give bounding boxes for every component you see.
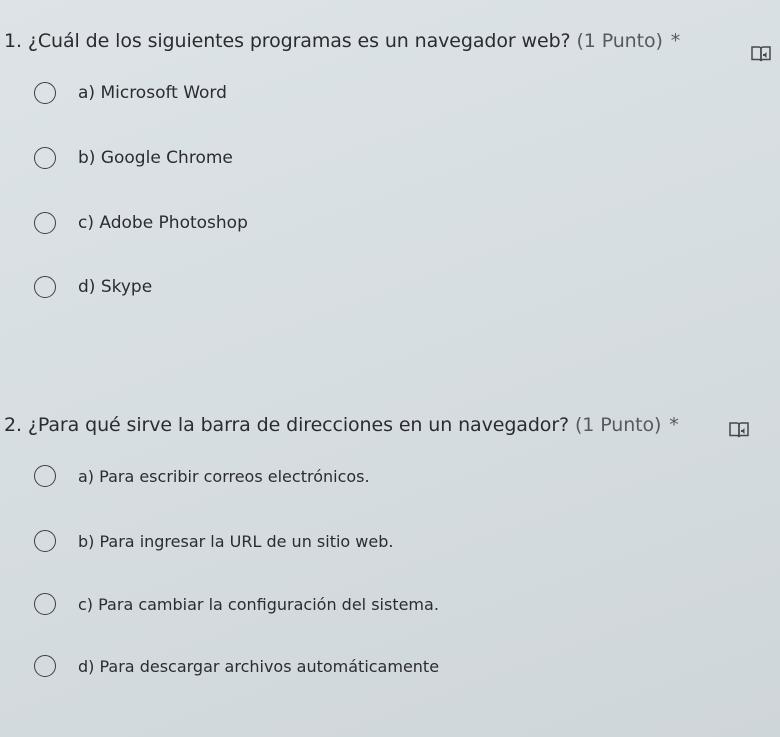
- question-1-number: 1.: [4, 30, 22, 52]
- option-label: d) Para descargar archivos automáticamen…: [78, 656, 440, 676]
- question-2-title: 2. ¿Para qué sirve la barra de direccion…: [4, 414, 679, 436]
- question-2-option-b[interactable]: b) Para ingresar la URL de un sitio web.: [34, 528, 393, 554]
- question-2-option-c[interactable]: c) Para cambiar la configuración del sis…: [34, 591, 439, 617]
- option-label: b) Para ingresar la URL de un sitio web.: [78, 531, 394, 551]
- radio-button[interactable]: [34, 212, 56, 234]
- question-2-text: ¿Para qué sirve la barra de direcciones …: [27, 414, 570, 436]
- question-1-title: 1. ¿Cuál de los siguientes programas es …: [4, 30, 680, 52]
- question-1-text: ¿Cuál de los siguientes programas es un …: [27, 30, 571, 52]
- question-1-option-d[interactable]: d) Skype: [34, 274, 152, 300]
- question-2-points: (1 Punto): [574, 414, 662, 436]
- question-2-number: 2.: [4, 414, 22, 436]
- option-label: b) Google Chrome: [78, 148, 233, 168]
- question-2-option-a[interactable]: a) Para escribir correos electrónicos.: [34, 463, 370, 489]
- question-1-required-mark: *: [670, 30, 681, 52]
- radio-button[interactable]: [34, 593, 56, 615]
- option-label: a) Microsoft Word: [78, 83, 227, 103]
- option-label: a) Para escribir correos electrónicos.: [78, 466, 370, 486]
- immersive-reader-icon[interactable]: [728, 420, 750, 440]
- option-label: c) Para cambiar la configuración del sis…: [78, 594, 439, 614]
- radio-button[interactable]: [34, 530, 56, 552]
- question-1-option-c[interactable]: c) Adobe Photoshop: [34, 210, 248, 236]
- radio-button[interactable]: [34, 147, 56, 169]
- radio-button[interactable]: [34, 276, 56, 298]
- immersive-reader-icon[interactable]: [750, 44, 772, 64]
- option-label: c) Adobe Photoshop: [78, 213, 248, 233]
- question-2-option-d[interactable]: d) Para descargar archivos automáticamen…: [34, 653, 439, 679]
- radio-button[interactable]: [34, 465, 56, 487]
- option-label: d) Skype: [78, 277, 153, 297]
- question-1-option-a[interactable]: a) Microsoft Word: [34, 80, 227, 106]
- radio-button[interactable]: [34, 655, 56, 677]
- question-1-points: (1 Punto): [576, 30, 663, 52]
- question-2-required-mark: *: [669, 414, 679, 436]
- question-1-option-b[interactable]: b) Google Chrome: [34, 145, 233, 171]
- radio-button[interactable]: [34, 82, 56, 104]
